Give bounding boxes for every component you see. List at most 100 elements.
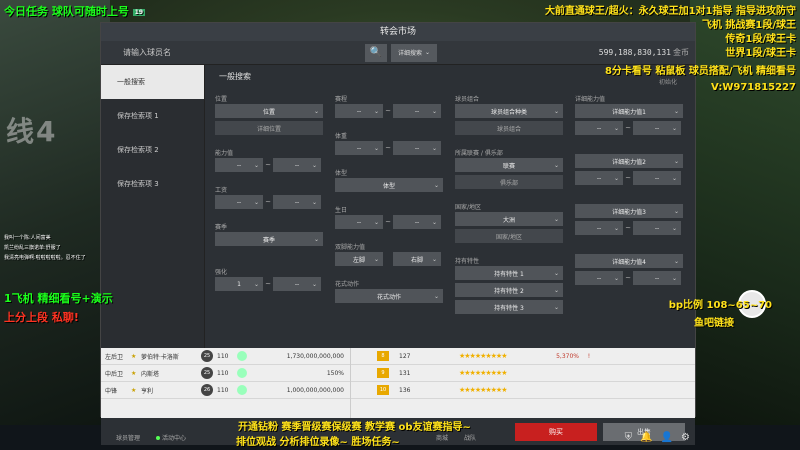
gold-balance: 599,188,830,131 金币 xyxy=(599,47,689,58)
chevron-down-icon: ⌄ xyxy=(553,286,559,294)
weight-max-select[interactable]: -- ⌄ xyxy=(393,141,441,155)
enhance-max-select[interactable]: -- ⌄ xyxy=(273,277,321,291)
detail-ability-4-select[interactable]: 详细能力值4 ⌄ xyxy=(575,254,683,268)
gear-icon[interactable]: ⚙ xyxy=(681,432,690,443)
club-button[interactable]: 俱乐部 xyxy=(455,175,563,189)
player-name-input[interactable] xyxy=(107,43,357,62)
listing-value: 131 xyxy=(399,369,411,377)
enhance-level-badge: 10 xyxy=(377,385,389,395)
league-max-select[interactable]: -- ⌄ xyxy=(393,104,441,118)
detail-1-min-select[interactable]: -- ⌄ xyxy=(575,121,623,135)
nation-button[interactable]: 国家/地区 xyxy=(455,229,563,243)
club-label: 所属联赛 / 俱乐部 xyxy=(455,150,503,157)
detail-ability-2-select[interactable]: 详细能力值2 ⌄ xyxy=(575,154,683,168)
chevron-down-icon: ⌄ xyxy=(253,161,259,169)
sidebar-item-saved-1[interactable]: 保存检索项 1 xyxy=(101,99,204,133)
continent-select[interactable]: 大洲 ⌄ xyxy=(455,212,563,226)
body-type-label: 体型 xyxy=(335,170,348,177)
form-column-4: 详细能力值 详细能力值1 ⌄ -- ⌄ ~ -- ⌄ 详细能力值2 ⌄ -- ⌄ ~ --… xyxy=(575,92,683,317)
chevron-down-icon: ⌄ xyxy=(553,303,559,311)
ability-max-select[interactable]: -- ⌄ xyxy=(273,158,321,172)
wage-max-select[interactable]: -- ⌄ xyxy=(273,195,321,209)
trick-select[interactable]: 花式动作 ⌄ xyxy=(335,289,443,303)
detail-4-max-select[interactable]: -- ⌄ xyxy=(633,271,681,285)
right-foot-select[interactable]: 右脚 ⌄ xyxy=(393,252,441,266)
team-combo-select[interactable]: 球员组合种类 ⌄ xyxy=(455,104,563,118)
enhance-min-select[interactable]: 1 ⌄ xyxy=(215,277,263,291)
bell-icon[interactable]: 🔔 xyxy=(640,432,652,443)
detail-2-max-select[interactable]: -- ⌄ xyxy=(633,171,681,185)
chevron-down-icon: ⌄ xyxy=(671,224,677,232)
list-item[interactable]: 8 127 ★★★★★★★★★ 5,370% ! xyxy=(351,348,695,365)
chevron-down-icon: ⌄ xyxy=(673,107,679,115)
chevron-down-icon: ⌄ xyxy=(373,144,379,152)
nav-shop[interactable]: 商城 xyxy=(436,433,448,442)
nation-label: 国家/地区 xyxy=(455,204,482,211)
detail-2-min-select[interactable]: -- ⌄ xyxy=(575,171,623,185)
nav-events[interactable]: 活动中心 xyxy=(156,433,186,442)
search-form: 一般搜索 初始化 位置 位置⌄ 详细位置 能力值 --⌄ ~ --⌄ 工资 xyxy=(205,65,695,348)
detail-1-max-select[interactable]: -- ⌄ xyxy=(633,121,681,135)
sidebar-item-saved-2[interactable]: 保存检索项 2 xyxy=(101,133,204,167)
detail-3-min-select[interactable]: -- ⌄ xyxy=(575,221,623,235)
trait-1-select[interactable]: 持有特性 1 ⌄ xyxy=(455,266,563,280)
chevron-down-icon: ⌄ xyxy=(431,144,437,152)
sidebar-item-general[interactable]: 一般搜索 xyxy=(101,65,204,99)
position-select[interactable]: 位置 ⌄ xyxy=(215,104,323,118)
nav-team[interactable]: 战队 xyxy=(464,433,476,442)
list-item[interactable]: 10 136 ★★★★★★★★★ xyxy=(351,382,695,399)
team-combo-button[interactable]: 球员组合 xyxy=(455,121,563,135)
detail-3-max-select[interactable]: -- ⌄ xyxy=(633,221,681,235)
ability-min-select[interactable]: -- ⌄ xyxy=(215,158,263,172)
chevron-down-icon: ⌄ xyxy=(553,215,559,223)
birthday-min-select[interactable]: -- ⌄ xyxy=(335,215,383,229)
league-select[interactable]: 联赛 ⌄ xyxy=(455,158,563,172)
league-label: 赛程 xyxy=(335,96,348,103)
trait-3-select[interactable]: 持有特性 3 ⌄ xyxy=(455,300,563,314)
player-position: 中锋 xyxy=(105,387,118,395)
ability-label: 能力值 xyxy=(215,150,234,157)
league-min-select[interactable]: -- ⌄ xyxy=(335,104,383,118)
overlay-bottom-1: 开通钻粉 赛季晋级赛保级赛 教学赛 ob友谊赛指导~ xyxy=(238,422,471,433)
chevron-down-icon: ⌄ xyxy=(673,157,679,165)
season-badge: 25 xyxy=(201,350,213,362)
table-row[interactable]: 中后卫 ★ 内斯塔 25 110 150% xyxy=(101,365,350,382)
form-column-3: 球员组合 球员组合种类 ⌄ 球员组合 所属联赛 / 俱乐部 联赛 ⌄ 俱乐部 国家/… xyxy=(455,92,563,317)
list-item[interactable]: 9 131 ★★★★★★★★★ xyxy=(351,365,695,382)
chevron-down-icon: ⌄ xyxy=(553,161,559,169)
detail-ability-1-select[interactable]: 详细能力值1 ⌄ xyxy=(575,104,683,118)
range-tilde: ~ xyxy=(385,107,391,115)
player-name: 亨利 xyxy=(141,387,154,395)
reset-button[interactable]: 初始化 xyxy=(659,77,677,86)
results-list: 左后卫 ★ 萝伯特·卡洛斯 25 110 1,730,000,000,000 中… xyxy=(101,348,695,418)
player-ovr: 110 xyxy=(217,386,229,394)
search-button[interactable]: 🔍 xyxy=(365,43,387,62)
left-foot-select[interactable]: 左脚 ⌄ xyxy=(335,252,383,266)
chevron-down-icon: ⌄ xyxy=(313,107,319,115)
trait-2-select[interactable]: 持有特性 2 ⌄ xyxy=(455,283,563,297)
birthday-max-select[interactable]: -- ⌄ xyxy=(393,215,441,229)
season-select[interactable]: 赛季 ⌄ xyxy=(215,232,323,246)
enhance-label: 强化 xyxy=(215,269,228,276)
detail-4-min-select[interactable]: -- ⌄ xyxy=(575,271,623,285)
range-tilde: ~ xyxy=(385,144,391,152)
overlay-top-left: 今日任务 球队可随时上号 19 xyxy=(4,5,146,18)
status-dot-icon xyxy=(156,436,161,440)
trait-label: 持有特性 xyxy=(455,258,480,265)
detail-ability-3-select[interactable]: 详细能力值3 ⌄ xyxy=(575,204,683,218)
detail-search-dropdown[interactable]: 详细搜索 ⌄ xyxy=(391,43,437,62)
detail-search-label: 详细搜索 xyxy=(397,50,422,57)
table-row[interactable]: 中锋 ★ 亨利 26 110 1,000,000,000,000 xyxy=(101,382,350,399)
sidebar-item-saved-3[interactable]: 保存检索项 3 xyxy=(101,167,204,201)
wage-min-select[interactable]: -- ⌄ xyxy=(215,195,263,209)
chevron-down-icon: ⌄ xyxy=(671,124,677,132)
detail-position-button[interactable]: 详细位置 xyxy=(215,121,323,135)
weight-min-select[interactable]: -- ⌄ xyxy=(335,141,383,155)
shield-icon[interactable]: ⛨ xyxy=(625,432,633,443)
season-badge: 25 xyxy=(201,367,213,379)
table-row[interactable]: 左后卫 ★ 萝伯特·卡洛斯 25 110 1,730,000,000,000 xyxy=(101,348,350,365)
user-icon[interactable]: 👤 xyxy=(661,432,673,443)
body-type-select[interactable]: 体型 ⌄ xyxy=(335,178,443,192)
nav-player-management[interactable]: 球员管理 xyxy=(116,433,140,442)
form-column-1: 位置 位置 ⌄ 详细位置 能力值 -- ⌄ ~ -- ⌄ 工资 -- ⌄ ~ -… xyxy=(215,92,323,317)
